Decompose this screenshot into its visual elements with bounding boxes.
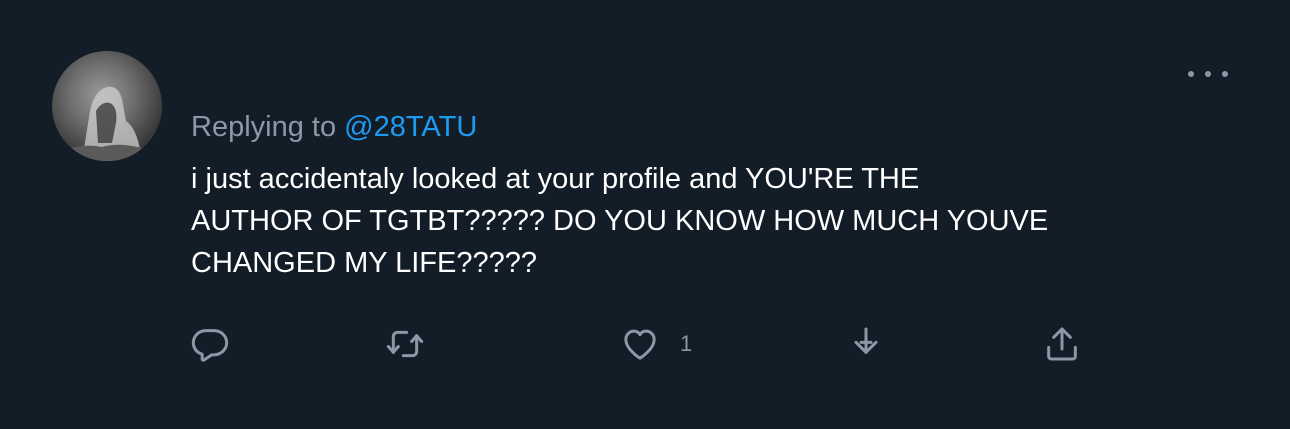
share-icon xyxy=(1047,327,1077,361)
replying-to-line: Replying to @28TATU xyxy=(191,110,477,144)
more-options-button[interactable] xyxy=(1188,66,1228,82)
avatar[interactable] xyxy=(52,51,162,161)
more-icon-dot xyxy=(1205,71,1211,77)
bookmark-download-icon xyxy=(854,327,878,354)
tweet-text: i just accidentaly looked at your profil… xyxy=(191,158,1231,284)
tweet-text-line: CHANGED MY LIFE????? xyxy=(191,247,537,279)
reply-handle-link[interactable]: @28TATU xyxy=(344,111,477,143)
tweet-card: Replying to @28TATU i just accidentaly l… xyxy=(0,0,1290,429)
like-count: 1 xyxy=(680,331,693,356)
action-bar: 1 xyxy=(0,322,1290,366)
avatar-image xyxy=(62,86,152,161)
reply-button[interactable] xyxy=(190,322,230,366)
share-button[interactable] xyxy=(1042,322,1082,366)
tweet-text-line: i just accidentaly looked at your profil… xyxy=(191,163,920,195)
like-button[interactable]: 1 xyxy=(620,322,692,366)
more-icon-dot xyxy=(1188,71,1194,77)
retweet-button[interactable] xyxy=(385,322,425,366)
more-icon-dot xyxy=(1222,71,1228,77)
replying-to-label: Replying to xyxy=(191,111,345,143)
reply-icon xyxy=(191,329,229,362)
retweet-icon xyxy=(386,330,424,358)
tweet-text-line: AUTHOR OF TGTBT????? DO YOU KNOW HOW MUC… xyxy=(191,205,1049,237)
save-button[interactable] xyxy=(846,322,886,366)
heart-icon xyxy=(624,329,656,360)
